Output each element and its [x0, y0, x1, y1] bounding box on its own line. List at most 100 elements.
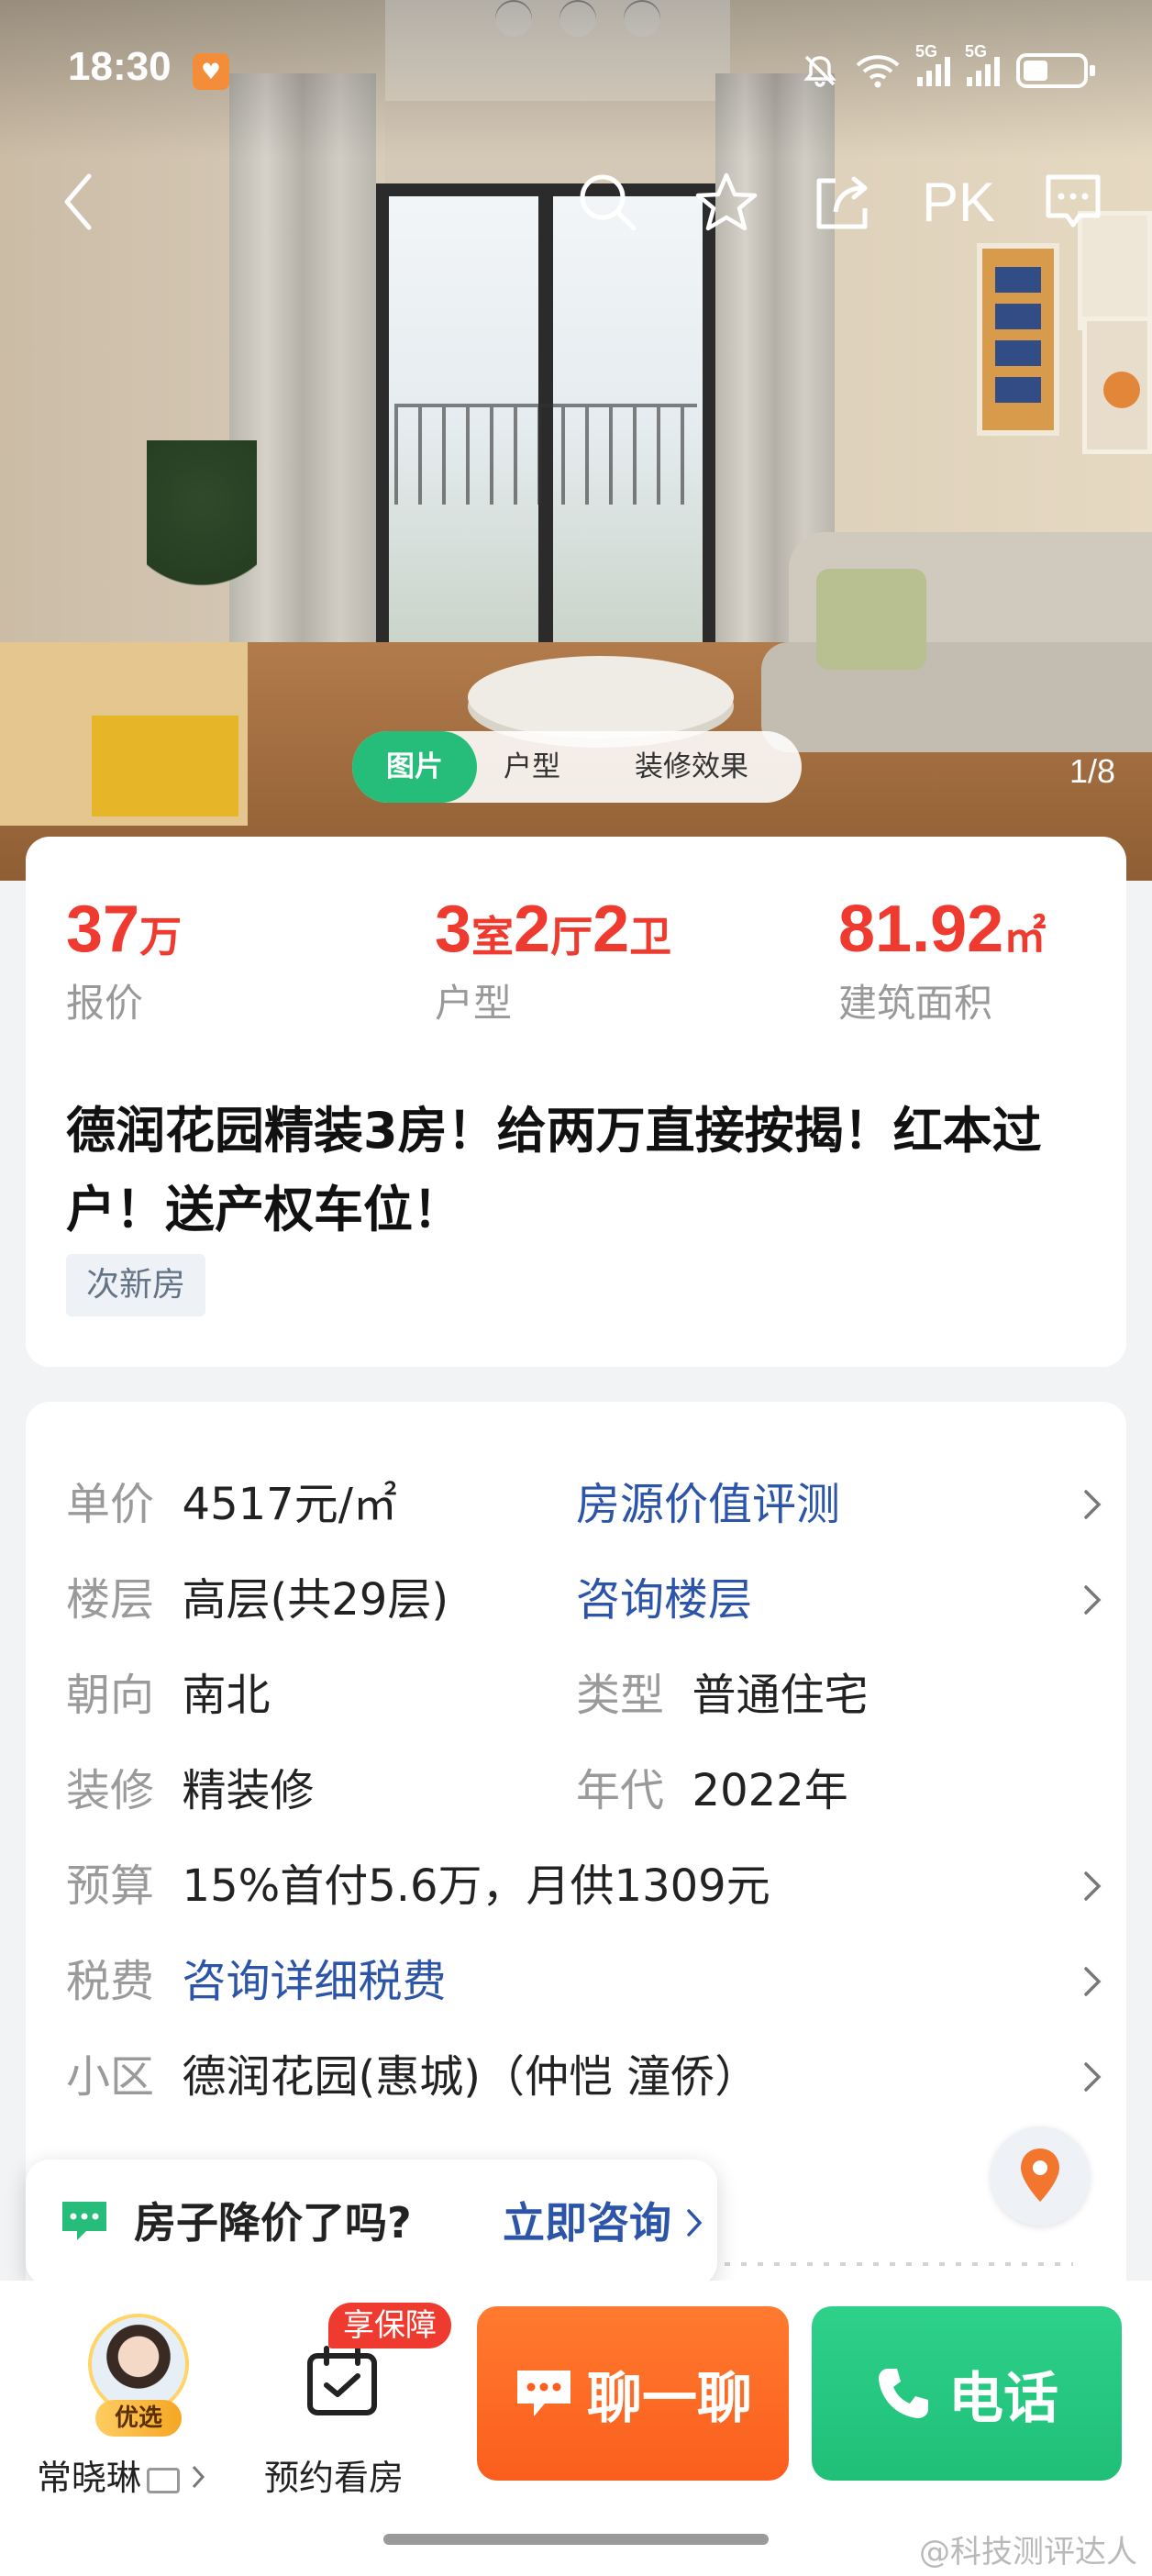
price-value: 37	[66, 893, 140, 966]
book-viewing-label: 预约看房	[264, 2458, 404, 2498]
community-chevron[interactable]	[1079, 2043, 1106, 2111]
tab-decoration[interactable]: 装修效果	[609, 731, 774, 803]
budget-chevron[interactable]	[1079, 1852, 1106, 1920]
floor-link[interactable]: 咨询楼层	[576, 1566, 752, 1634]
layout-label: 户型	[435, 981, 513, 1026]
budget-value: 15%首付5.6万，月供1309元	[182, 1860, 770, 1912]
back-button[interactable]	[46, 156, 110, 248]
area-stat: 81.92㎡ 建筑面积	[838, 892, 1046, 1028]
tax-label: 税费	[66, 1956, 155, 2007]
watermark: @科技测评达人	[919, 2534, 1137, 2570]
layout-stat: 3室2厅2卫 户型	[435, 892, 671, 1028]
value-eval-link[interactable]: 房源价值评测	[576, 1471, 840, 1538]
row-type: 类型 普通住宅	[576, 1661, 869, 1729]
chat-bubble-icon	[517, 2371, 570, 2416]
year-value: 2022年	[692, 1765, 848, 1816]
price-stat: 37万 报价	[66, 892, 182, 1028]
wifi-icon	[856, 55, 900, 88]
chevron-right-icon	[1084, 1967, 1102, 1996]
top-toolbar: PK	[0, 156, 1152, 248]
row-decoration: 装修 精装修	[66, 1757, 315, 1825]
row-unit-price: 单价 4517元/㎡	[66, 1471, 397, 1538]
chevron-right-icon	[687, 2209, 703, 2237]
unit-price-label: 单价	[66, 1479, 155, 1530]
home-indicator[interactable]	[383, 2534, 769, 2545]
chevron-right-icon	[1084, 1585, 1102, 1615]
orientation-value: 南北	[182, 1670, 271, 1721]
mute-icon	[803, 55, 836, 87]
listing-detail-page: { "status_bar": { "time": "18:30", "netw…	[0, 0, 1152, 2576]
chevron-left-icon	[64, 173, 92, 230]
row-year: 年代 2022年	[576, 1757, 848, 1825]
price-unit: 万	[139, 913, 183, 960]
guarantee-badge: 享保障	[328, 2303, 451, 2348]
map-pin-icon	[1021, 2149, 1059, 2202]
decor-value: 精装修	[182, 1765, 315, 1816]
community-value: 德润花园(惠城)（仲恺 潼侨）	[182, 2051, 759, 2103]
listing-tag: 次新房	[66, 1254, 206, 1316]
chevron-right-icon	[1084, 1871, 1102, 1901]
floor-label: 楼层	[66, 1574, 155, 1626]
status-time: 18:30	[68, 44, 172, 89]
chevron-right-icon	[1084, 1490, 1102, 1519]
tooltip-cta-label: 立即咨询	[503, 2198, 671, 2248]
price-label: 报价	[66, 981, 144, 1026]
orientation-label: 朝向	[66, 1670, 155, 1721]
share-icon	[816, 176, 868, 229]
pk-button[interactable]: PK	[913, 156, 1004, 248]
share-button[interactable]	[805, 156, 879, 248]
tax-link[interactable]: 咨询详细税费	[183, 1956, 447, 2007]
layout-rooms-unit: 室	[471, 913, 515, 960]
search-button[interactable]	[570, 156, 644, 248]
signal-icon: 5G	[915, 42, 950, 86]
row-floor: 楼层 高层(共29层)	[66, 1566, 449, 1634]
floor-value: 高层(共29层)	[182, 1574, 449, 1626]
chat-icon	[1046, 174, 1101, 228]
type-label: 类型	[576, 1670, 665, 1721]
area-unit: ㎡	[1003, 913, 1047, 960]
favorite-button[interactable]	[690, 156, 763, 248]
tooltip-cta[interactable]: 立即咨询	[503, 2189, 703, 2257]
chat-bubble-icon	[62, 2202, 106, 2240]
year-label: 年代	[576, 1765, 665, 1816]
tax-chevron[interactable]	[1079, 1948, 1106, 2015]
network-label-2: 5G	[965, 42, 988, 61]
row-community[interactable]: 小区 德润花园(惠城)（仲恺 潼侨）	[66, 2043, 759, 2111]
star-icon	[695, 172, 758, 231]
row-orientation: 朝向 南北	[66, 1661, 271, 1729]
floor-chevron[interactable]	[1079, 1566, 1106, 1634]
map-button[interactable]	[991, 2126, 1090, 2226]
layout-halls: 2	[514, 893, 551, 966]
tab-floorplan[interactable]: 户型	[486, 731, 578, 803]
listing-title: 德润花园精装3房！给两万直接按揭！红本过户！送产权车位！	[66, 1102, 1042, 1238]
call-label: 电话	[948, 2366, 1058, 2431]
chevron-right-icon	[1084, 2062, 1102, 2092]
type-value: 普通住宅	[692, 1670, 869, 1721]
layout-baths-unit: 卫	[629, 913, 672, 960]
call-button[interactable]: 电话	[812, 2306, 1122, 2481]
price-drop-tooltip[interactable]: 房子降价了吗? 立即咨询	[26, 2160, 717, 2306]
calendar-check-icon	[307, 2346, 377, 2415]
battery-icon	[1016, 53, 1095, 88]
row-tax[interactable]: 税费 咨询详细税费	[66, 1948, 447, 2015]
heart-icon: ♥	[193, 53, 229, 90]
message-button[interactable]	[1036, 156, 1110, 248]
status-icons: 5G 5G	[802, 42, 1095, 94]
chat-button[interactable]: 聊一聊	[477, 2306, 789, 2481]
tooltip-question: 房子降价了吗?	[134, 2198, 412, 2248]
bottom-action-bar: 优选 常晓琳 享保障 预约看房 聊一聊 电话 @科技测评达人	[0, 2281, 1152, 2576]
tab-photos[interactable]: 图片	[352, 731, 477, 803]
value-eval-chevron[interactable]	[1079, 1471, 1106, 1538]
chat-label: 聊一聊	[587, 2366, 752, 2431]
network-label-1: 5G	[915, 42, 938, 61]
agent-profile[interactable]: 优选 常晓琳	[37, 2314, 238, 2506]
book-viewing-button[interactable]: 享保障 预约看房	[264, 2303, 451, 2506]
signal-icon: 5G	[965, 42, 1000, 86]
gallery-tabs: 图片 户型 装修效果	[352, 731, 802, 803]
row-budget[interactable]: 预算 15%首付5.6万，月供1309元	[66, 1852, 770, 1920]
decor-label: 装修	[66, 1765, 155, 1816]
community-label: 小区	[66, 2051, 155, 2103]
unit-price-value: 4517元/㎡	[182, 1479, 397, 1530]
id-card-icon	[147, 2467, 181, 2493]
phone-icon	[879, 2369, 928, 2418]
